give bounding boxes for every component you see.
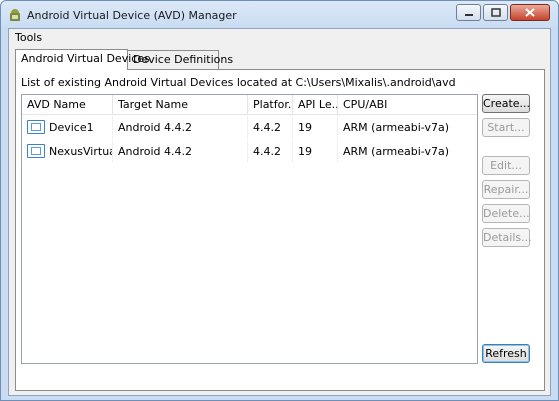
maximize-button[interactable] [483,4,508,21]
table-row[interactable]: Device1 Android 4.4.2 4.4.2 19 ARM (arme… [22,116,477,139]
minimize-icon [464,13,473,16]
close-icon [525,8,535,17]
details-button[interactable]: Details... [482,228,532,247]
column-platform[interactable]: Platfor... [248,95,293,114]
cpu-abi-cell: ARM (armeabi-v7a) [343,145,449,158]
device-icon [27,120,45,134]
tab-android-virtual-devices[interactable]: Android Virtual Devices [15,49,150,70]
menu-bar: Tools [9,29,550,46]
column-api-level[interactable]: API Le... [293,95,338,114]
window-controls [454,4,550,21]
delete-button[interactable]: Delete... [482,204,530,223]
avd-tab-panel: List of existing Android Virtual Devices… [15,69,545,391]
device-icon [27,144,45,158]
avd-manager-window: Android Virtual Device (AVD) Manager Too… [0,0,559,401]
maximize-icon [490,8,501,17]
minimize-button[interactable] [456,4,481,21]
target-name-cell: Android 4.4.2 [113,116,248,139]
avd-table[interactable]: AVD Name Target Name Platfor... API Le..… [21,94,478,364]
client-area: Tools Android Virtual Devices Device Def… [8,28,551,396]
edit-button[interactable]: Edit... [482,156,530,175]
platform-cell: 4.4.2 [248,116,293,139]
android-icon [10,9,20,21]
column-cpu-abi[interactable]: CPU/ABI [338,95,477,114]
create-button[interactable]: Create... [482,94,530,113]
target-name-cell: Android 4.4.2 [113,140,248,163]
avd-name: NexusVirtua... [49,145,112,158]
avd-name-cell: Device1 [22,116,113,139]
refresh-button[interactable]: Refresh [482,344,530,363]
menu-tools[interactable]: Tools [15,31,42,44]
avd-name: Device1 [49,121,94,134]
column-avd-name[interactable]: AVD Name [22,95,113,114]
table-header: AVD Name Target Name Platfor... API Le..… [22,95,477,115]
close-button[interactable] [510,4,550,21]
api-level-cell: 19 [293,140,338,163]
api-level-cell: 19 [293,116,338,139]
column-target-name[interactable]: Target Name [113,95,248,114]
repair-button[interactable]: Repair... [482,180,530,199]
start-button[interactable]: Start... [482,118,530,137]
platform-cell: 4.4.2 [248,140,293,163]
avd-name-cell: NexusVirtua... [22,140,113,163]
table-row[interactable]: NexusVirtua... Android 4.4.2 4.4.2 19 AR… [22,140,477,163]
title-bar[interactable]: Android Virtual Device (AVD) Manager [1,1,558,29]
avd-location-caption: List of existing Android Virtual Devices… [21,76,456,89]
window-title: Android Virtual Device (AVD) Manager [27,9,237,22]
cpu-abi-cell: ARM (armeabi-v7a) [343,121,449,134]
